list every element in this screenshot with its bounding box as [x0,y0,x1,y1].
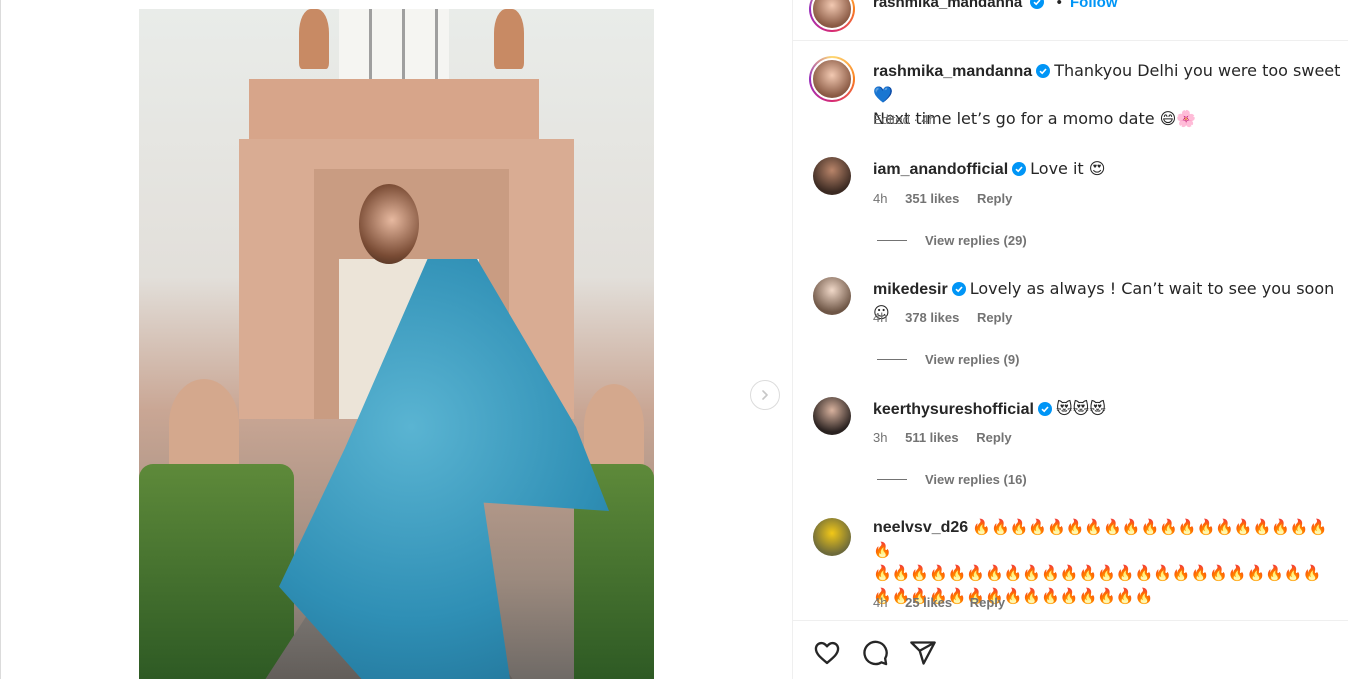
follow-button[interactable]: Follow [1070,0,1118,11]
photo-building-top [249,79,539,139]
photo-dome-left [169,379,239,469]
comment-time[interactable]: 4h [873,191,887,206]
comment-text: iam_anandofficial Love it 😍 [873,157,1343,181]
verified-badge-icon [1037,402,1052,416]
action-bar [793,620,1348,680]
comment-meta: 4h 351 likes Reply [873,191,1026,206]
chevron-right-icon [762,390,768,400]
heart-icon[interactable] [813,639,841,667]
header-user-row: rashmika_mandanna • Follow [873,0,1118,11]
view-replies-label: View replies (16) [925,472,1027,487]
header-username[interactable]: rashmika_mandanna [873,0,1022,11]
comment-body: Love it 😍 [1030,159,1106,178]
comment-username[interactable]: iam_anandofficial [873,161,1008,178]
comment-meta: 3h 511 likes Reply [873,430,1026,445]
comment-body: 😻😻😻 [1055,399,1106,418]
reply-button[interactable]: Reply [976,430,1011,445]
view-replies-line [877,479,907,480]
view-replies-line [877,240,907,241]
comment-text: keerthysureshofficial 😻😻😻 [873,397,1343,421]
share-icon[interactable] [909,639,937,667]
view-replies-label: View replies (29) [925,233,1027,248]
header-separator: • [1056,0,1062,11]
reply-button[interactable]: Reply [977,310,1012,325]
view-replies-button[interactable]: View replies (29) [877,233,1027,248]
comment-username[interactable]: neelvsv_d26 [873,519,968,536]
comment-likes[interactable]: 378 likes [905,310,959,325]
reply-button[interactable]: Reply [970,595,1005,610]
view-replies-button[interactable]: View replies (9) [877,352,1019,367]
comments-panel: rashmika_mandanna • Follow rashmika_mand… [792,0,1348,679]
photo-window [339,9,449,79]
photo-hedge-left [139,464,294,679]
caption-text: rashmika_mandanna Thankyou Delhi you were… [873,59,1343,131]
post-header: rashmika_mandanna • Follow [793,0,1348,41]
comment-time[interactable]: 3h [873,430,887,445]
post-photo[interactable] [139,9,654,679]
photo-person-head [359,184,419,264]
photo-dome-right [584,384,644,469]
header-avatar[interactable] [809,0,855,32]
comment-username[interactable]: mikedesir [873,281,948,298]
photo-finial-right [494,9,524,69]
caption-username[interactable]: rashmika_mandanna [873,63,1032,80]
caption-meta: Edited · 4h [873,112,936,127]
verified-badge-icon [1030,0,1045,9]
comment-avatar[interactable] [813,518,851,556]
reply-button[interactable]: Reply [977,191,1012,206]
comment-body-line2: 🔥🔥🔥🔥🔥🔥🔥🔥🔥🔥🔥🔥🔥🔥🔥🔥🔥🔥🔥🔥🔥🔥🔥🔥 [873,564,1322,582]
verified-badge-icon [951,282,966,296]
comment-icon[interactable] [861,639,889,667]
media-area [0,0,792,679]
comment-meta: 4h 378 likes Reply [873,310,1026,325]
view-replies-button[interactable]: View replies (16) [877,472,1027,487]
comment-username[interactable]: keerthysureshofficial [873,401,1034,418]
photo-finial-left [299,9,329,69]
comment-likes[interactable]: 25 likes [905,595,952,610]
comment-likes[interactable]: 351 likes [905,191,959,206]
comment-meta: 4h 25 likes Reply [873,595,1019,610]
verified-badge-icon [1012,162,1027,176]
comment-avatar[interactable] [813,397,851,435]
view-replies-line [877,359,907,360]
comment-avatar[interactable] [813,157,851,195]
comment-time[interactable]: 4h [873,310,887,325]
verified-badge-icon [1036,64,1051,78]
comment-time[interactable]: 4h [873,595,887,610]
view-replies-label: View replies (9) [925,352,1020,367]
comment-likes[interactable]: 511 likes [905,430,959,445]
caption-avatar[interactable] [809,56,855,102]
comment-avatar[interactable] [813,277,851,315]
next-photo-button[interactable] [750,380,780,410]
